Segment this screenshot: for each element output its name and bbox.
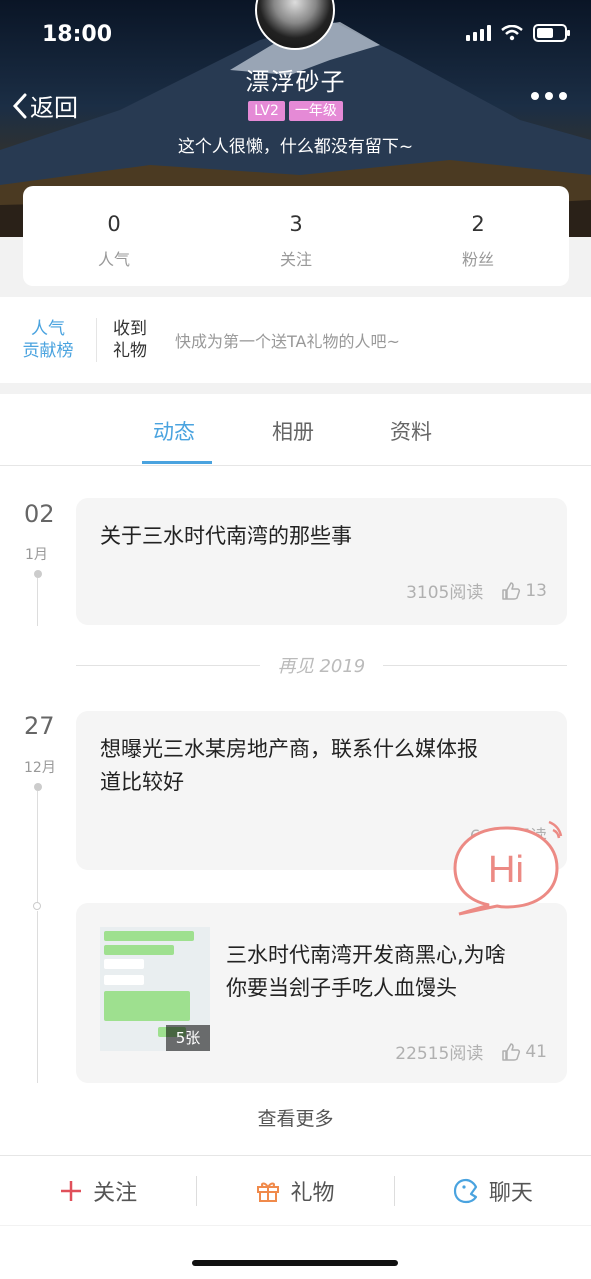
timeline-dot [34, 783, 42, 791]
status-icons [466, 24, 570, 42]
active-tab-indicator [142, 461, 212, 464]
divider [96, 318, 97, 362]
date-month: 12月 [24, 760, 56, 776]
stat-followers[interactable]: 2 粉丝 [387, 186, 569, 286]
stat-label: 粉丝 [461, 250, 494, 269]
post-title-line: 道比较好 [100, 770, 184, 794]
plus-icon [61, 1180, 82, 1201]
received-gifts-label: 收到 礼物 [113, 318, 157, 362]
thumbs-up-icon[interactable] [501, 581, 521, 601]
post-title-line: 想曝光三水某房地产商，联系什么媒体报 [100, 737, 478, 761]
date-month: 1月 [25, 547, 48, 563]
year-divider: 再见 2019 [76, 652, 567, 678]
like-count: 13 [525, 580, 547, 601]
date-day: 27 [24, 712, 55, 740]
received-line1: 收到 [113, 319, 147, 339]
tab-profile-info[interactable]: 资料 [390, 416, 432, 446]
bottom-safe-area [0, 1226, 591, 1279]
stat-popularity[interactable]: 0 人气 [23, 186, 205, 286]
follow-label: 关注 [93, 1180, 138, 1206]
tab-album[interactable]: 相册 [272, 416, 314, 446]
gift-button[interactable]: 礼物 [197, 1175, 393, 1207]
signal-icon [466, 25, 491, 41]
post-title-line: 你要当刽子手吃人血馒头 [226, 976, 457, 1000]
gift-row: 人气 贡献榜 收到 礼物 快成为第一个送TA礼物的人吧~ [0, 297, 591, 383]
gift-icon [257, 1182, 280, 1202]
tab-feed[interactable]: 动态 [153, 416, 195, 446]
post-title-line: 三水时代南湾开发商黑心,为啥 [226, 943, 506, 967]
chat-bubble [104, 959, 144, 969]
rank-line1: 人气 [31, 319, 65, 339]
chat-label: 聊天 [488, 1180, 533, 1206]
post-meta: 22515阅读 41 [395, 1039, 547, 1065]
hi-greeting-button[interactable]: Hi [449, 818, 569, 918]
hi-text: Hi [488, 849, 524, 891]
thumbs-up-icon[interactable] [501, 1042, 521, 1062]
timeline-line [37, 911, 38, 1083]
timeline-dot [33, 902, 41, 910]
chat-bubble [104, 945, 174, 955]
level-badge: LV2 [248, 101, 285, 121]
timeline-line [37, 791, 38, 903]
gift-hint[interactable]: 快成为第一个送TA礼物的人吧~ [175, 328, 400, 352]
image-count: 5张 [166, 1025, 210, 1051]
read-count: 22515阅读 [395, 1044, 484, 1064]
timeline-dot [34, 570, 42, 578]
post-card[interactable]: 5张 三水时代南湾开发商黑心,为啥 你要当刽子手吃人血馒头 22515阅读 41 [76, 903, 567, 1083]
chat-button[interactable]: 聊天 [395, 1175, 591, 1207]
stat-label: 人气 [97, 250, 130, 269]
bio: 这个人很懒，什么都没有留下~ [177, 137, 414, 157]
status-bar: 18:00 [0, 0, 591, 70]
date-day: 02 [24, 500, 55, 528]
received-line2: 礼物 [113, 341, 147, 361]
load-more-button[interactable]: 查看更多 [0, 1104, 591, 1131]
username: 漂浮砂子 [245, 68, 346, 96]
stat-value: 3 [289, 212, 303, 236]
bottom-action-bar: 关注 礼物 聊天 [0, 1155, 591, 1225]
tab-bar: 动态 相册 资料 [0, 394, 591, 466]
stat-following[interactable]: 3 关注 [205, 186, 387, 286]
divider-line [383, 664, 567, 666]
chat-icon [453, 1178, 477, 1203]
timeline-line [37, 578, 38, 626]
badge-group: LV2 一年级 [0, 101, 591, 121]
chat-bubble [104, 931, 194, 941]
stat-label: 关注 [279, 250, 312, 269]
gift-label: 礼物 [290, 1180, 335, 1206]
stat-value: 0 [107, 212, 121, 236]
post-thumbnail: 5张 [100, 927, 210, 1051]
like-count: 41 [525, 1041, 547, 1062]
read-count: 3105阅读 [406, 583, 484, 603]
battery-icon [533, 24, 570, 42]
divider-line [76, 664, 260, 666]
chat-bubble [104, 975, 144, 985]
wifi-icon [501, 25, 523, 41]
popularity-rank-link[interactable]: 人气 贡献榜 [0, 318, 96, 362]
follow-button[interactable]: 关注 [0, 1175, 196, 1207]
stat-value: 2 [471, 212, 485, 236]
post-title: 想曝光三水某房地产商，联系什么媒体报 道比较好 [100, 733, 478, 799]
chat-bubble [104, 991, 190, 1021]
post-title: 三水时代南湾开发商黑心,为啥 你要当刽子手吃人血馒头 [226, 939, 506, 1005]
stats-card: 0 人气 3 关注 2 粉丝 [23, 186, 569, 286]
post-title: 关于三水时代南湾的那些事 [100, 524, 352, 548]
post-card[interactable]: 关于三水时代南湾的那些事 3105阅读 13 [76, 498, 567, 625]
post-meta: 3105阅读 13 [406, 578, 547, 604]
grade-badge: 一年级 [288, 101, 343, 121]
home-indicator[interactable] [192, 1260, 398, 1266]
year-divider-label: 再见 2019 [277, 656, 366, 677]
content-panel: 动态 相册 资料 02 1月 关于三水时代南湾的那些事 3105阅读 13 再见… [0, 394, 591, 1164]
status-time: 18:00 [42, 22, 113, 47]
rank-line2: 贡献榜 [22, 341, 74, 361]
